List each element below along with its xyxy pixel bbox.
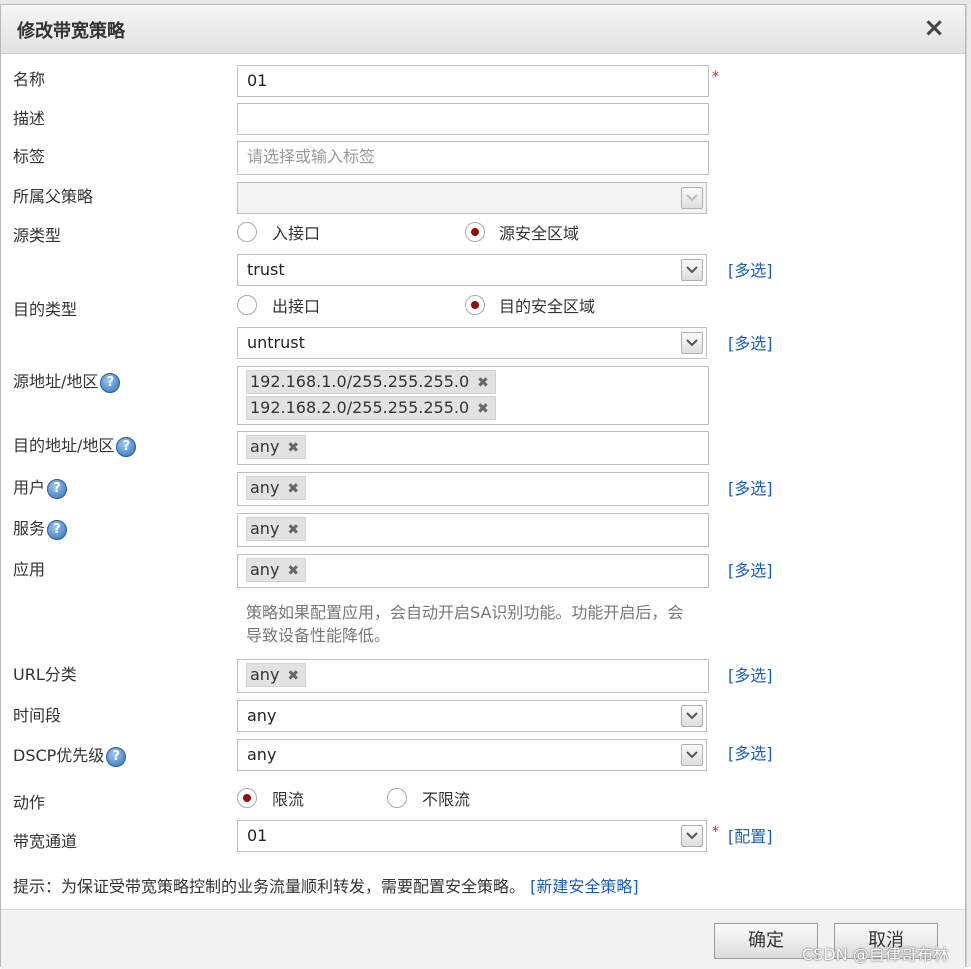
remove-tag-icon[interactable]: ✖ — [477, 398, 489, 420]
application-multi-select-link[interactable]: [多选] — [728, 557, 773, 581]
service-tag: any ✖ — [246, 517, 307, 541]
url-category-box[interactable]: any ✖ — [237, 659, 709, 693]
chevron-down-icon — [681, 187, 703, 209]
service-label: 服务? — [13, 515, 68, 540]
help-icon[interactable]: ? — [47, 478, 68, 499]
dest-address-box[interactable]: any ✖ — [237, 431, 709, 465]
radio-dest-zone[interactable] — [465, 295, 485, 315]
remove-tag-icon[interactable]: ✖ — [287, 560, 299, 582]
tags-input[interactable]: 请选择或输入标签 — [237, 141, 709, 175]
chevron-down-icon[interactable] — [681, 259, 703, 281]
user-label: 用户? — [13, 474, 68, 499]
user-box[interactable]: any ✖ — [237, 472, 709, 506]
source-address-box[interactable]: 192.168.1.0/255.255.255.0 ✖ 192.168.2.0/2… — [237, 366, 709, 425]
dialog-title: 修改带宽策略 — [17, 21, 125, 42]
url-category-tag: any ✖ — [246, 663, 307, 687]
radio-no-rate-limit-label: 不限流 — [422, 790, 471, 809]
action-label: 动作 — [13, 793, 46, 812]
dscp-value: any — [247, 745, 277, 764]
user-multi-select-link[interactable]: [多选] — [728, 475, 773, 499]
help-icon[interactable]: ? — [47, 519, 68, 540]
radio-rate-limit-label: 限流 — [272, 790, 305, 809]
name-required-mark: * — [712, 69, 719, 85]
dscp-select[interactable]: any — [237, 739, 707, 771]
description-input[interactable] — [237, 103, 709, 135]
application-note: 策略如果配置应用，会自动开启SA识别功能。功能开启后，会导致设备性能降低。 — [246, 603, 684, 645]
dest-zone-value: untrust — [247, 333, 305, 352]
remove-tag-icon[interactable]: ✖ — [477, 372, 489, 394]
dialog-titlebar: 修改带宽策略 × — [1, 5, 965, 54]
bandwidth-channel-label: 带宽通道 — [13, 832, 78, 851]
service-box[interactable]: any ✖ — [237, 513, 709, 547]
dest-type-label: 目的类型 — [13, 300, 78, 319]
bandwidth-channel-required-mark: * — [712, 824, 719, 840]
background-page-edge — [966, 4, 971, 967]
tags-label: 标签 — [13, 147, 46, 166]
source-address-label: 源地址/地区? — [13, 368, 121, 393]
time-range-select[interactable]: any — [237, 700, 707, 732]
radio-ingress-interface-label: 入接口 — [272, 224, 321, 243]
bandwidth-channel-config-link[interactable]: [配置] — [728, 823, 773, 847]
radio-ingress-interface[interactable] — [237, 222, 257, 242]
dest-zone-multi-select-link[interactable]: [多选] — [728, 330, 773, 354]
application-box[interactable]: any ✖ — [237, 554, 709, 588]
tip-text: 提示：为保证受带宽策略控制的业务流量顺利转发，需要配置安全策略。 — [13, 877, 526, 896]
application-label: 应用 — [13, 560, 46, 579]
name-input[interactable]: 01 — [237, 65, 709, 97]
chevron-down-icon[interactable] — [681, 825, 703, 847]
description-label: 描述 — [13, 109, 46, 128]
dest-address-tag: any ✖ — [246, 435, 307, 459]
radio-rate-limit[interactable] — [237, 788, 257, 808]
help-icon[interactable]: ? — [116, 436, 137, 457]
url-category-multi-select-link[interactable]: [多选] — [728, 662, 773, 686]
source-zone-value: trust — [247, 260, 285, 279]
name-input-value: 01 — [247, 71, 268, 90]
radio-no-rate-limit[interactable] — [387, 788, 407, 808]
close-icon[interactable]: × — [923, 13, 945, 43]
bandwidth-channel-value: 01 — [247, 826, 268, 845]
radio-source-zone[interactable] — [465, 222, 485, 242]
radio-egress-interface[interactable] — [237, 295, 257, 315]
source-type-label: 源类型 — [13, 226, 62, 245]
source-zone-select[interactable]: trust — [237, 254, 707, 286]
help-icon[interactable]: ? — [100, 372, 121, 393]
radio-dest-zone-label: 目的安全区域 — [499, 297, 596, 316]
radio-source-zone-label: 源安全区域 — [499, 224, 580, 243]
source-address-tag: 192.168.2.0/255.255.255.0 ✖ — [246, 396, 496, 420]
remove-tag-icon[interactable]: ✖ — [287, 478, 299, 500]
url-category-label: URL分类 — [13, 665, 77, 684]
dscp-multi-select-link[interactable]: [多选] — [728, 740, 773, 764]
source-address-tag: 192.168.1.0/255.255.255.0 ✖ — [246, 370, 496, 394]
remove-tag-icon[interactable]: ✖ — [287, 665, 299, 687]
chevron-down-icon[interactable] — [681, 744, 703, 766]
help-icon[interactable]: ? — [106, 746, 127, 767]
bandwidth-channel-select[interactable]: 01 — [237, 820, 707, 852]
application-tag: any ✖ — [246, 558, 307, 582]
remove-tag-icon[interactable]: ✖ — [287, 437, 299, 459]
chevron-down-icon[interactable] — [681, 332, 703, 354]
dest-zone-select[interactable]: untrust — [237, 327, 707, 359]
watermark: CSDN @自律哥布林 — [802, 945, 949, 964]
new-security-policy-link[interactable]: [新建安全策略] — [530, 877, 639, 896]
user-tag: any ✖ — [246, 476, 307, 500]
edit-bandwidth-policy-dialog: 修改带宽策略 × 名称 01 * 描述 标签 请选择或输入标签 所属父策略 源类… — [0, 4, 966, 969]
radio-egress-interface-label: 出接口 — [272, 297, 321, 316]
time-range-value: any — [247, 706, 277, 725]
dscp-label: DSCP优先级? — [13, 742, 127, 767]
remove-tag-icon[interactable]: ✖ — [287, 519, 299, 541]
security-policy-tip: 提示：为保证受带宽策略控制的业务流量顺利转发，需要配置安全策略。 [新建安全策略… — [13, 873, 639, 897]
dest-address-label: 目的地址/地区? — [13, 432, 137, 457]
parent-policy-label: 所属父策略 — [13, 187, 94, 206]
parent-policy-select — [237, 182, 707, 214]
name-label: 名称 — [13, 70, 46, 89]
time-range-label: 时间段 — [13, 706, 62, 725]
source-zone-multi-select-link[interactable]: [多选] — [728, 257, 773, 281]
chevron-down-icon[interactable] — [681, 705, 703, 727]
tags-input-placeholder: 请选择或输入标签 — [247, 147, 376, 166]
